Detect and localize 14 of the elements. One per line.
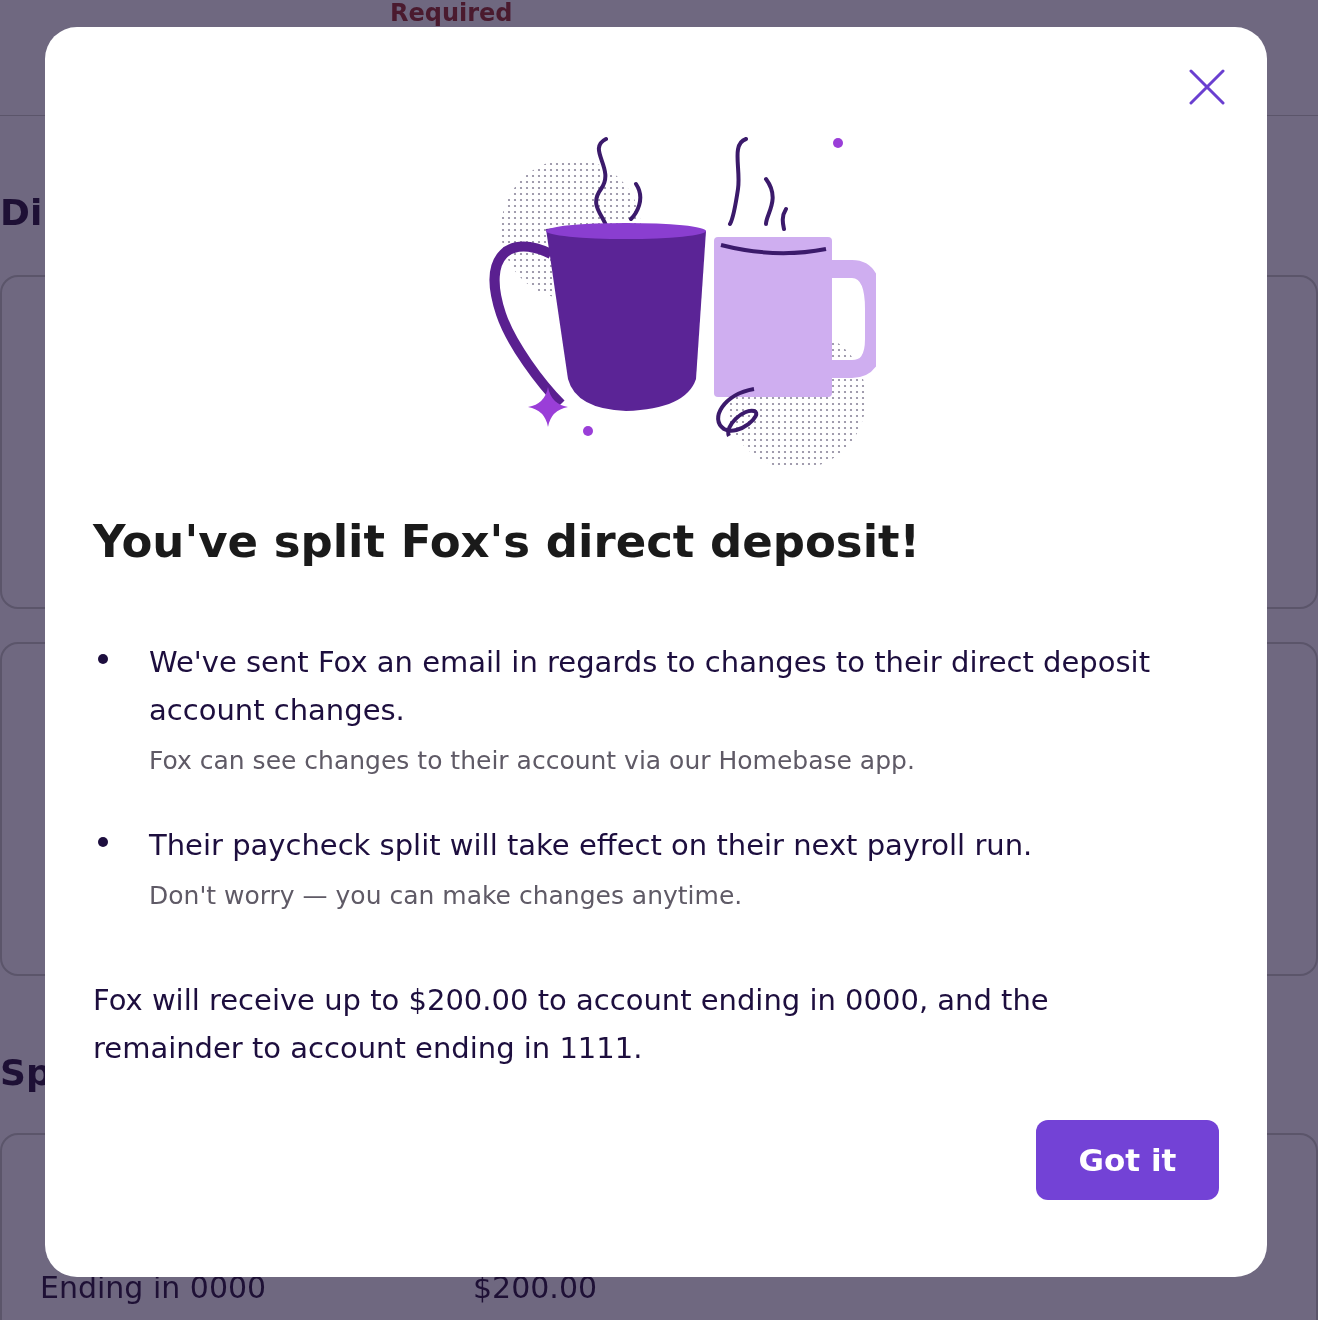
note-text: Don't worry — you can make changes anytime.: [149, 881, 744, 910]
note-text: Fox can see changes to their account via our Homebase app.: [149, 746, 916, 775]
amount-text: $200.00: [473, 1270, 598, 1305]
summary-text: Fox will receive up to $200.00 to account ending in 0000, and the remainder to account ending in 1111.: [93, 982, 1050, 1067]
got-it-button[interactable]: Got it: [1036, 1120, 1219, 1200]
bullet-icon: [98, 837, 108, 847]
section-heading: Di: [0, 192, 43, 233]
dialog-title: You've split Fox's direct deposit!: [93, 515, 922, 568]
status-label: Required: [390, 1, 513, 25]
info-text: Their paycheck split will take effect on their next payroll run.: [149, 827, 1033, 864]
bullet-icon: [98, 654, 108, 664]
account-label: Ending in 0000: [40, 1270, 267, 1305]
close-icon[interactable]: [1189, 69, 1225, 105]
info-text: We've sent Fox an email in regards to changes to their direct deposit account changes.: [149, 644, 1152, 729]
